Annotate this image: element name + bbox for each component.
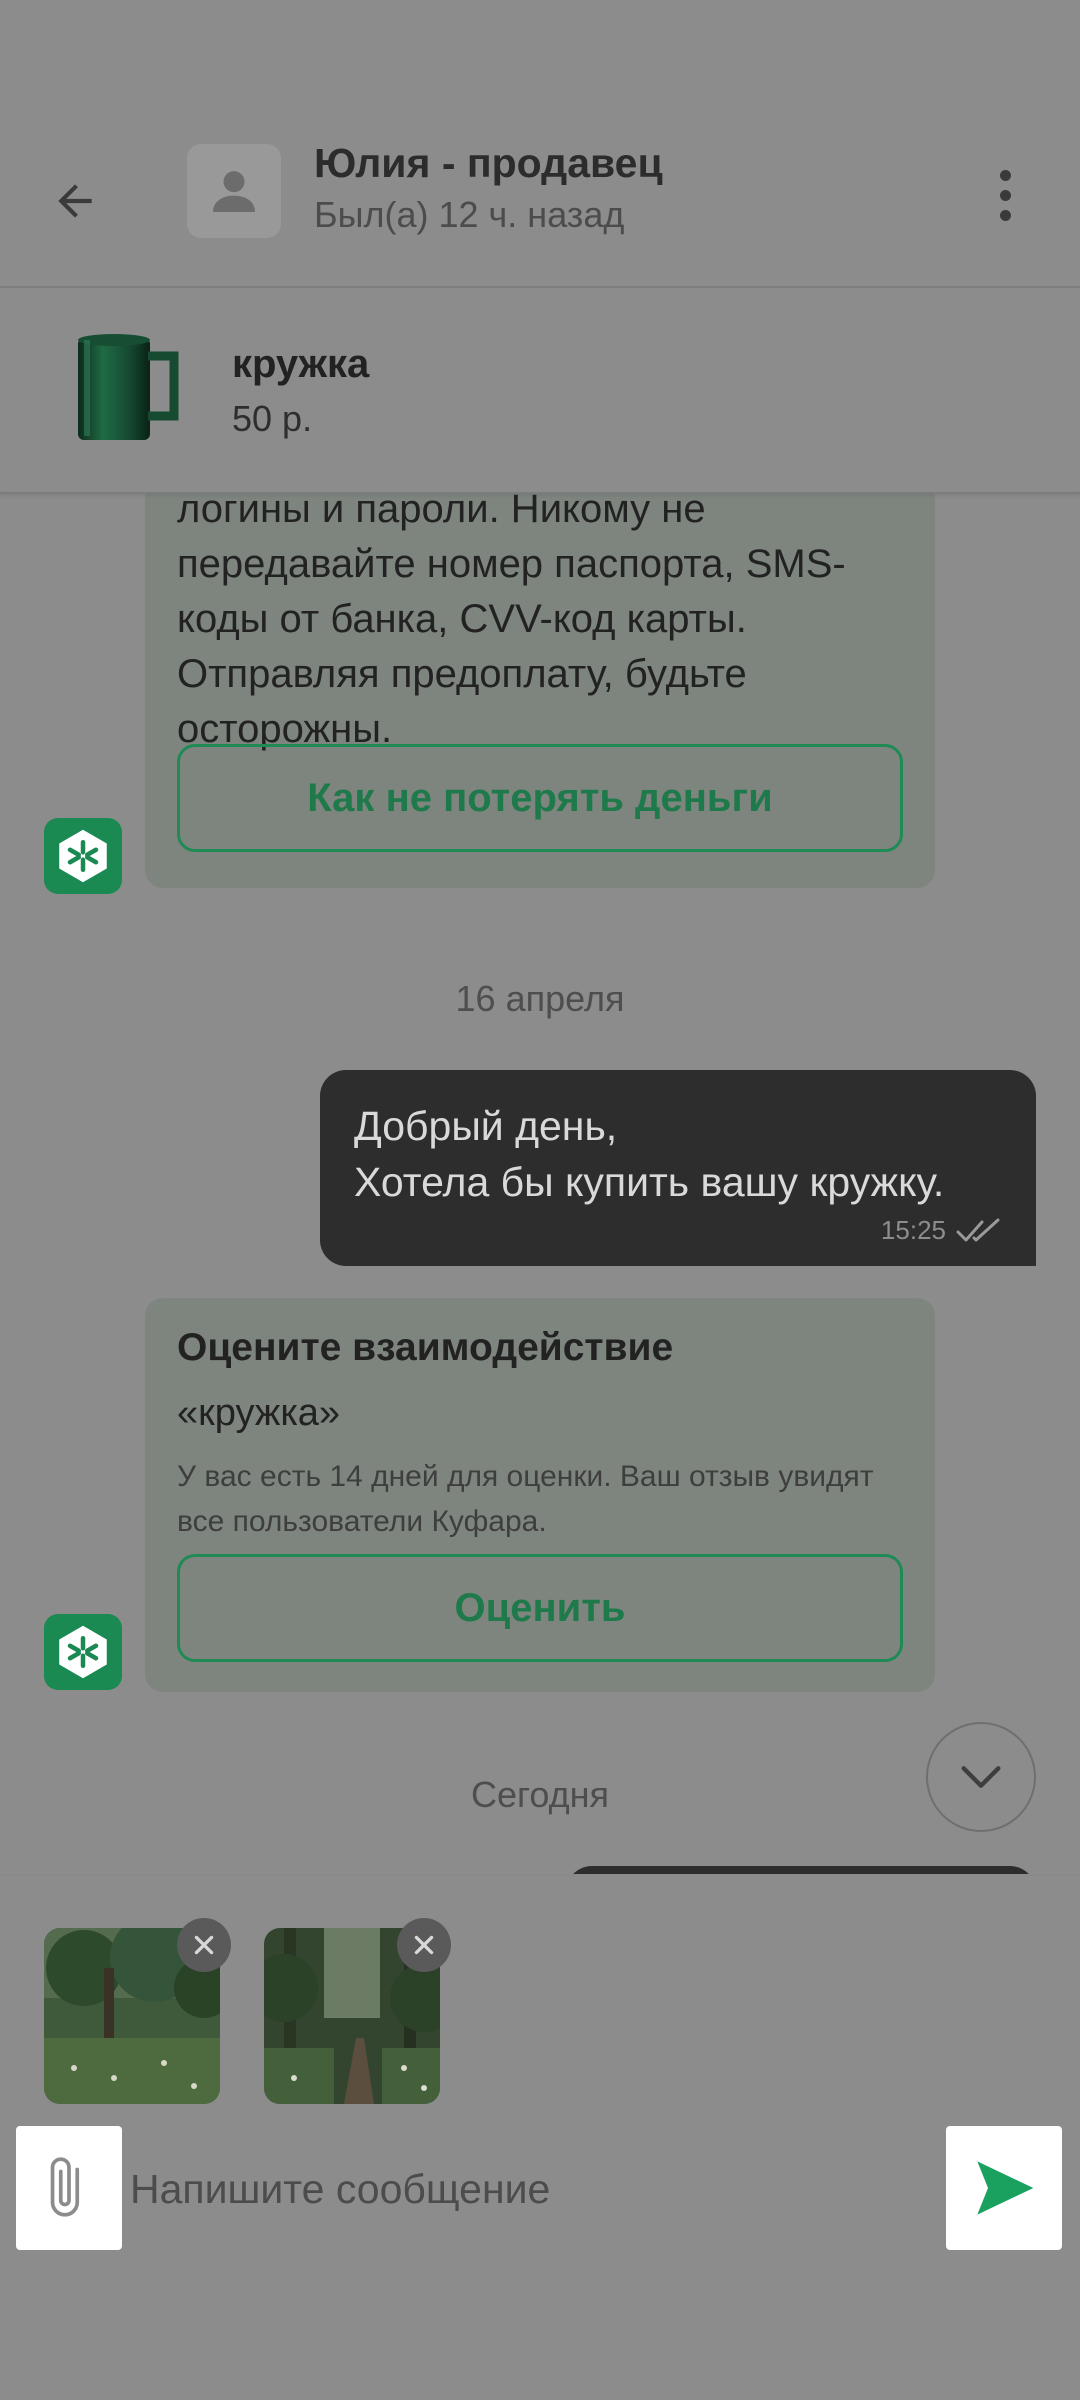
product-thumbnail xyxy=(72,330,188,450)
send-button[interactable] xyxy=(946,2126,1062,2250)
back-button[interactable] xyxy=(40,166,110,236)
close-icon xyxy=(194,1935,214,1955)
kufar-logo-icon xyxy=(59,829,107,883)
rate-item-name: «кружка» xyxy=(177,1392,341,1434)
paperclip-icon xyxy=(50,2157,80,2217)
message-composer xyxy=(0,1874,1080,2400)
rate-description: У вас есть 14 дней для оценки. Ваш отзыв… xyxy=(177,1460,874,1538)
double-check-icon xyxy=(956,1218,1000,1242)
user-icon xyxy=(213,171,255,212)
contact-status: Был(а) 12 ч. назад xyxy=(314,194,625,235)
attach-button[interactable] xyxy=(16,2126,122,2250)
outgoing-message[interactable] xyxy=(566,1866,1036,1874)
safety-message: логины и пароли. Никому не передавайте н… xyxy=(145,494,935,888)
outgoing-message[interactable]: Добрый день, Хотела бы купить вашу кружк… xyxy=(320,1070,1036,1266)
chat-header: Юлия - продавец Был(а) 12 ч. назад xyxy=(0,140,1080,288)
more-vertical-icon xyxy=(999,169,1011,181)
bot-avatar xyxy=(44,818,122,894)
avatar[interactable] xyxy=(187,144,281,238)
date-separator: Сегодня xyxy=(471,1774,609,1815)
product-price: 50 р. xyxy=(232,398,313,439)
more-options-button[interactable] xyxy=(980,160,1030,230)
contact-name[interactable]: Юлия - продавец xyxy=(314,140,663,187)
send-icon xyxy=(977,2161,1034,2215)
message-input[interactable] xyxy=(130,2144,930,2234)
status-bar xyxy=(0,0,1080,140)
safety-text: логины и пароли. Никому не передавайте н… xyxy=(177,494,846,751)
chat-area[interactable]: логины и пароли. Никому не передавайте н… xyxy=(0,494,1080,1874)
outgoing-message-text: Добрый день, Хотела бы купить вашу кружк… xyxy=(354,1103,945,1205)
how-not-lose-money-button[interactable]: Как не потерять деньги xyxy=(177,744,903,852)
kufar-logo-icon xyxy=(59,1625,107,1679)
product-card[interactable]: кружка 50 р. xyxy=(0,290,1080,494)
rate-interaction-message: Оцените взаимодействие «кружка» У вас ес… xyxy=(145,1298,935,1692)
remove-attachment-button[interactable] xyxy=(397,1918,451,1972)
date-separator: 16 апреля xyxy=(455,978,625,1019)
rate-title: Оцените взаимодействие xyxy=(177,1326,674,1369)
bot-avatar xyxy=(44,1614,122,1690)
remove-attachment-button[interactable] xyxy=(177,1918,231,1972)
message-time: 15:25 xyxy=(880,1215,946,1245)
arrow-left-icon xyxy=(58,184,92,218)
product-name: кружка xyxy=(232,342,370,386)
close-icon xyxy=(414,1935,434,1955)
rate-button[interactable]: Оценить xyxy=(177,1554,903,1662)
